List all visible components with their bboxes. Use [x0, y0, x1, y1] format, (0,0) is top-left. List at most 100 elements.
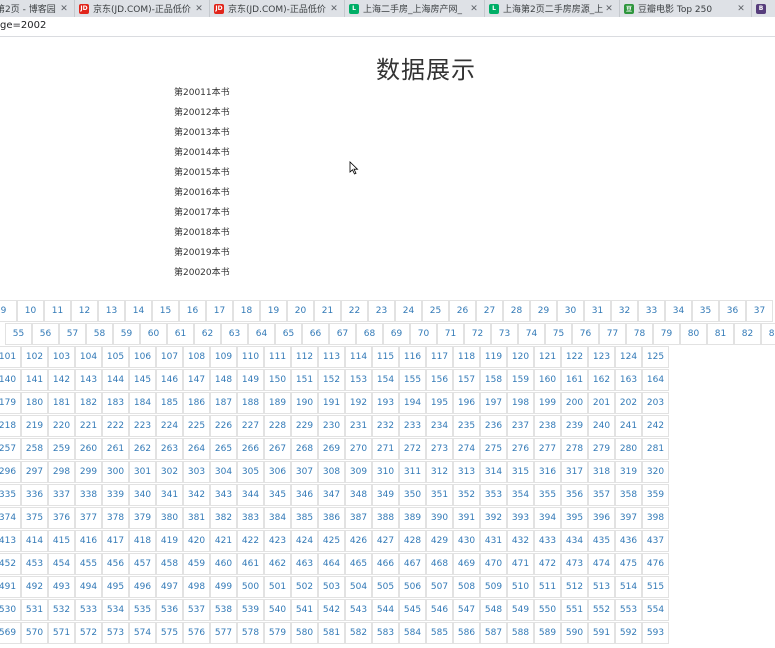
page-link[interactable]: 464: [318, 553, 345, 575]
page-link[interactable]: 537: [183, 599, 210, 621]
page-link[interactable]: 415: [48, 530, 75, 552]
page-link[interactable]: 453: [21, 553, 48, 575]
page-link[interactable]: 151: [291, 369, 318, 391]
page-link[interactable]: 103: [48, 346, 75, 368]
page-link[interactable]: 147: [183, 369, 210, 391]
page-link[interactable]: 277: [534, 438, 561, 460]
page-link[interactable]: 510: [507, 576, 534, 598]
page-link[interactable]: 123: [588, 346, 615, 368]
page-link[interactable]: 218: [0, 415, 21, 437]
page-link[interactable]: 430: [453, 530, 480, 552]
page-link[interactable]: 428: [399, 530, 426, 552]
page-link[interactable]: 306: [264, 461, 291, 483]
page-link[interactable]: 503: [318, 576, 345, 598]
page-link[interactable]: 515: [642, 576, 669, 598]
browser-tab[interactable]: L 上海二手房_上海房产网_ ✕: [345, 0, 485, 17]
page-link[interactable]: 163: [615, 369, 642, 391]
page-link[interactable]: 258: [21, 438, 48, 460]
page-link[interactable]: 262: [129, 438, 156, 460]
page-link[interactable]: 159: [507, 369, 534, 391]
address-bar[interactable]: ge=2002: [0, 17, 775, 37]
page-link[interactable]: 105: [102, 346, 129, 368]
close-icon[interactable]: ✕: [603, 4, 615, 14]
page-link[interactable]: 585: [426, 622, 453, 644]
page-link[interactable]: 227: [237, 415, 264, 437]
page-link[interactable]: 375: [21, 507, 48, 529]
page-link[interactable]: 511: [534, 576, 561, 598]
page-link[interactable]: 27: [476, 300, 503, 322]
page-link[interactable]: 303: [183, 461, 210, 483]
page-link[interactable]: 540: [264, 599, 291, 621]
page-link[interactable]: 582: [345, 622, 372, 644]
page-link[interactable]: 102: [21, 346, 48, 368]
page-link[interactable]: 117: [426, 346, 453, 368]
page-link[interactable]: 420: [183, 530, 210, 552]
page-link[interactable]: 259: [48, 438, 75, 460]
page-link[interactable]: 552: [588, 599, 615, 621]
page-link[interactable]: 242: [642, 415, 669, 437]
page-link[interactable]: 337: [48, 484, 75, 506]
page-link[interactable]: 55: [5, 323, 32, 345]
page-link[interactable]: 26: [449, 300, 476, 322]
page-link[interactable]: 18: [233, 300, 260, 322]
page-link[interactable]: 271: [372, 438, 399, 460]
page-link[interactable]: 28: [503, 300, 530, 322]
page-link[interactable]: 305: [237, 461, 264, 483]
page-link[interactable]: 398: [642, 507, 669, 529]
page-link[interactable]: 233: [399, 415, 426, 437]
page-link[interactable]: 593: [642, 622, 669, 644]
page-link[interactable]: 431: [480, 530, 507, 552]
page-link[interactable]: 384: [264, 507, 291, 529]
page-link[interactable]: 543: [345, 599, 372, 621]
page-link[interactable]: 452: [0, 553, 21, 575]
page-link[interactable]: 192: [345, 392, 372, 414]
page-link[interactable]: 547: [453, 599, 480, 621]
page-link[interactable]: 499: [210, 576, 237, 598]
page-link[interactable]: 63: [221, 323, 248, 345]
page-link[interactable]: 393: [507, 507, 534, 529]
page-link[interactable]: 60: [140, 323, 167, 345]
page-link[interactable]: 276: [507, 438, 534, 460]
page-link[interactable]: 336: [21, 484, 48, 506]
page-link[interactable]: 427: [372, 530, 399, 552]
address-text[interactable]: ge=2002: [0, 20, 46, 31]
page-link[interactable]: 508: [453, 576, 480, 598]
page-link[interactable]: 397: [615, 507, 642, 529]
page-link[interactable]: 354: [507, 484, 534, 506]
page-link[interactable]: 13: [98, 300, 125, 322]
page-link[interactable]: 150: [264, 369, 291, 391]
page-link[interactable]: 461: [237, 553, 264, 575]
page-link[interactable]: 9: [0, 300, 17, 322]
page-link[interactable]: 310: [372, 461, 399, 483]
page-link[interactable]: 340: [129, 484, 156, 506]
page-link[interactable]: 425: [318, 530, 345, 552]
page-link[interactable]: 278: [561, 438, 588, 460]
page-link[interactable]: 199: [534, 392, 561, 414]
page-link[interactable]: 229: [291, 415, 318, 437]
browser-tab[interactable]: L 上海第2页二手房房源_上 ✕: [485, 0, 620, 17]
page-link[interactable]: 576: [183, 622, 210, 644]
page-link[interactable]: 468: [426, 553, 453, 575]
page-link[interactable]: 164: [642, 369, 669, 391]
page-link[interactable]: 198: [507, 392, 534, 414]
page-link[interactable]: 297: [21, 461, 48, 483]
page-link[interactable]: 189: [264, 392, 291, 414]
page-link[interactable]: 542: [318, 599, 345, 621]
page-link[interactable]: 571: [48, 622, 75, 644]
page-link[interactable]: 575: [156, 622, 183, 644]
page-link[interactable]: 149: [237, 369, 264, 391]
page-link[interactable]: 125: [642, 346, 669, 368]
page-link[interactable]: 122: [561, 346, 588, 368]
page-link[interactable]: 474: [588, 553, 615, 575]
page-link[interactable]: 475: [615, 553, 642, 575]
page-link[interactable]: 81: [707, 323, 734, 345]
page-link[interactable]: 241: [615, 415, 642, 437]
close-icon[interactable]: ✕: [735, 4, 747, 14]
page-link[interactable]: 358: [615, 484, 642, 506]
page-link[interactable]: 23: [368, 300, 395, 322]
page-link[interactable]: 395: [561, 507, 588, 529]
page-link[interactable]: 194: [399, 392, 426, 414]
page-link[interactable]: 378: [102, 507, 129, 529]
page-link[interactable]: 418: [129, 530, 156, 552]
page-link[interactable]: 472: [534, 553, 561, 575]
